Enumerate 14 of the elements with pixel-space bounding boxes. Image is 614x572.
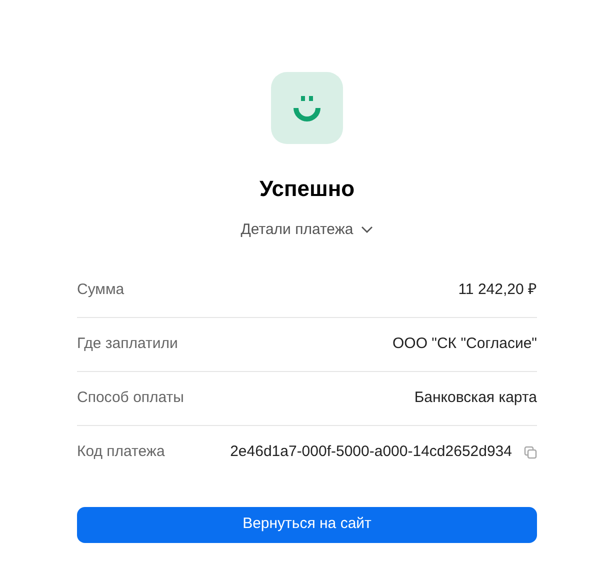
- row-value: 2e46d1a7-000f-5000-a000-14cd2652d934: [230, 442, 512, 462]
- row-value: 11 242,20 ₽: [458, 280, 537, 300]
- smiley-icon: [271, 72, 343, 144]
- row-label: Код платежа: [77, 442, 165, 462]
- row-label: Способ оплаты: [77, 388, 184, 408]
- row-label: Где заплатили: [77, 334, 178, 354]
- success-title: Успешно: [259, 175, 355, 203]
- details-toggle[interactable]: Детали платежа: [240, 219, 374, 242]
- chevron-icon: [361, 226, 374, 234]
- row-label: Сумма: [77, 280, 124, 300]
- row-value: Банковская карта: [414, 388, 537, 408]
- row-value: ООО "СК "Согласие": [392, 334, 537, 354]
- copy-icon[interactable]: [524, 446, 537, 459]
- return-button[interactable]: Вернуться на сайт: [77, 506, 537, 542]
